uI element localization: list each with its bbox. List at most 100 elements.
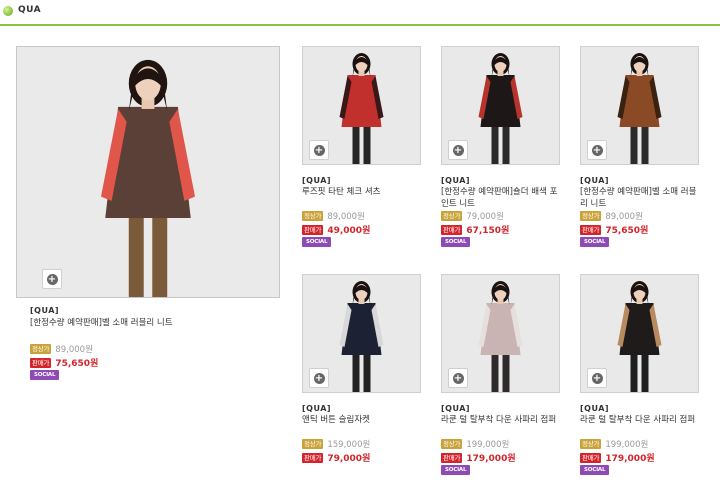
zoom-button[interactable]: +	[309, 368, 329, 388]
list-price-badge: 정상가	[441, 211, 463, 221]
social-badge: SOCIAL	[302, 237, 332, 247]
product-image[interactable]: +	[441, 274, 560, 393]
product-card[interactable]: + [QUA] 라쿤 털 탈부착 다운 사파리 점퍼 정상가 199,000원 …	[580, 274, 700, 484]
social-badge: SOCIAL	[580, 237, 610, 247]
list-price: 199,000원	[605, 440, 649, 450]
sale-price: 67,150원	[466, 226, 510, 236]
zoom-button[interactable]: +	[587, 368, 607, 388]
product-image[interactable]: +	[302, 46, 421, 165]
plus-icon: +	[591, 372, 603, 384]
product-brand: [QUA]	[302, 176, 332, 185]
sale-price: 75,650원	[605, 226, 649, 236]
sale-price-row: 판매가 179,000원	[580, 451, 655, 464]
plus-icon: +	[452, 372, 464, 384]
sale-price-row: 판매가 75,650원	[30, 356, 98, 369]
sale-price-badge: 판매가	[441, 452, 463, 463]
list-price-row: 정상가 89,000원	[580, 210, 643, 222]
list-price: 199,000원	[466, 440, 510, 450]
plus-icon: +	[313, 144, 325, 156]
list-price-badge: 정상가	[302, 439, 324, 449]
social-row: SOCIAL	[441, 465, 474, 475]
product-card[interactable]: + [QUA] [한정수량 예약판매]숄더 배색 포인트 니트 정상가 79,0…	[441, 46, 561, 256]
sale-price-badge: 판매가	[580, 224, 602, 235]
social-row: SOCIAL	[30, 370, 63, 380]
list-price-badge: 정상가	[441, 439, 463, 449]
list-price: 79,000원	[466, 212, 504, 222]
list-price: 89,000원	[327, 212, 365, 222]
product-name[interactable]: 라쿤 털 탈부착 다운 사파리 점퍼	[580, 414, 700, 426]
product-name[interactable]: 라쿤 털 탈부착 다운 사파리 점퍼	[441, 414, 561, 426]
sale-price-row: 판매가 79,000원	[302, 451, 370, 464]
product-card[interactable]: + [QUA] 라쿤 털 탈부착 다운 사파리 점퍼 정상가 199,000원 …	[441, 274, 561, 484]
list-price-badge: 정상가	[580, 439, 602, 449]
social-row: SOCIAL	[302, 237, 335, 247]
sale-price-row: 판매가 67,150원	[441, 223, 509, 236]
header-divider	[0, 24, 720, 26]
list-price: 159,000원	[327, 440, 371, 450]
product-brand: [QUA]	[441, 176, 471, 185]
product-brand: [QUA]	[580, 176, 610, 185]
product-brand: [QUA]	[580, 404, 610, 413]
social-badge: SOCIAL	[441, 237, 471, 247]
social-row: SOCIAL	[580, 465, 613, 475]
sale-price-badge: 판매가	[302, 452, 324, 463]
plus-icon: +	[452, 144, 464, 156]
list-price-badge: 정상가	[30, 344, 52, 354]
product-image[interactable]: +	[580, 274, 699, 393]
list-price-row: 정상가 199,000원	[441, 438, 509, 450]
section-header: QUA	[0, 0, 720, 26]
social-badge: SOCIAL	[30, 370, 60, 380]
plus-icon: +	[591, 144, 603, 156]
sale-price-badge: 판매가	[580, 452, 602, 463]
list-price-badge: 정상가	[302, 211, 324, 221]
sale-price-row: 판매가 49,000원	[302, 223, 370, 236]
product-card[interactable]: + [QUA] [한정수량 예약판매]벨 소매 러블리 니트 정상가 89,00…	[580, 46, 700, 256]
product-name[interactable]: [한정수량 예약판매]벨 소매 러블리 니트	[30, 317, 260, 329]
product-brand: [QUA]	[302, 404, 332, 413]
product-image[interactable]: +	[441, 46, 560, 165]
plus-icon: +	[46, 273, 58, 285]
zoom-button[interactable]: +	[448, 368, 468, 388]
sale-price-badge: 판매가	[441, 224, 463, 235]
product-card[interactable]: + [QUA] 앤틱 버튼 슬림자켓 정상가 159,000원 판매가 79,0…	[302, 274, 422, 484]
sale-price: 179,000원	[605, 454, 655, 464]
model-photo	[17, 47, 279, 297]
sale-price-badge: 판매가	[302, 224, 324, 235]
social-badge: SOCIAL	[441, 465, 471, 475]
social-row: SOCIAL	[580, 237, 613, 247]
list-price-row: 정상가 159,000원	[302, 438, 370, 450]
section-title: QUA	[18, 5, 42, 15]
plus-icon: +	[313, 372, 325, 384]
product-name[interactable]: [한정수량 예약판매]숄더 배색 포인트 니트	[441, 186, 561, 210]
zoom-button[interactable]: +	[309, 140, 329, 160]
product-image[interactable]: +	[302, 274, 421, 393]
social-badge: SOCIAL	[580, 465, 610, 475]
sale-price: 179,000원	[466, 454, 516, 464]
list-price-badge: 정상가	[580, 211, 602, 221]
product-image[interactable]: +	[16, 46, 280, 298]
zoom-button[interactable]: +	[42, 269, 62, 289]
sale-price: 75,650원	[55, 359, 99, 369]
social-row: SOCIAL	[441, 237, 474, 247]
zoom-button[interactable]: +	[587, 140, 607, 160]
product-card[interactable]: + [QUA] 루즈핏 타탄 체크 셔츠 정상가 89,000원 판매가 49,…	[302, 46, 422, 256]
list-price-row: 정상가 89,000원	[302, 210, 365, 222]
list-price-row: 정상가 79,000원	[441, 210, 504, 222]
product-brand: [QUA]	[441, 404, 471, 413]
product-name[interactable]: 루즈핏 타탄 체크 셔츠	[302, 186, 422, 198]
featured-product-card[interactable]: + [QUA] [한정수량 예약판매]벨 소매 러블리 니트 정상가 89,00…	[16, 46, 280, 386]
product-name[interactable]: 앤틱 버튼 슬림자켓	[302, 414, 422, 426]
product-image[interactable]: +	[580, 46, 699, 165]
product-name[interactable]: [한정수량 예약판매]벨 소매 러블리 니트	[580, 186, 700, 210]
list-price: 89,000원	[55, 345, 93, 355]
product-brand: [QUA]	[30, 306, 60, 315]
list-price: 89,000원	[605, 212, 643, 222]
list-price-row: 정상가 89,000원	[30, 343, 93, 355]
sale-price: 79,000원	[327, 454, 371, 464]
sale-price-row: 판매가 179,000원	[441, 451, 516, 464]
list-price-row: 정상가 199,000원	[580, 438, 648, 450]
bullet-icon	[3, 6, 13, 16]
zoom-button[interactable]: +	[448, 140, 468, 160]
sale-price: 49,000원	[327, 226, 371, 236]
sale-price-badge: 판매가	[30, 357, 52, 368]
